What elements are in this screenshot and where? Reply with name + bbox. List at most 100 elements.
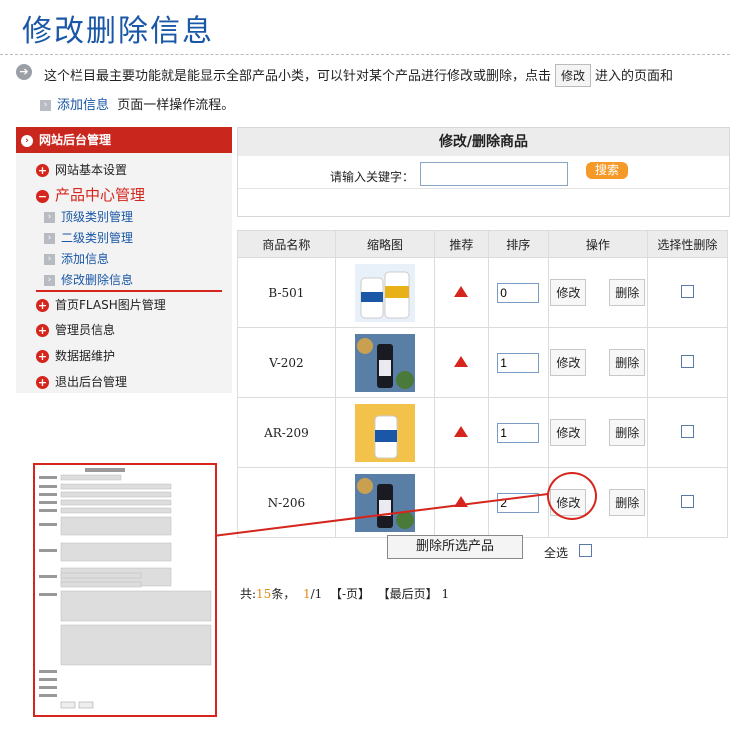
recommend-arrow-icon[interactable]: [454, 425, 469, 437]
col-order-header: 排序: [487, 230, 549, 258]
edit-button[interactable]: 修改: [550, 419, 587, 446]
pager: 共:15条， 1/1 【-页】 【最后页】 1: [240, 585, 449, 602]
intro-edit-example-button: 修改: [555, 64, 592, 87]
highlight-underline: [36, 290, 222, 292]
product-thumbnail: [355, 403, 416, 462]
edit-button[interactable]: 修改: [550, 279, 587, 306]
highlight-circle: [547, 472, 597, 520]
arrow-right-icon: ➔: [16, 64, 32, 80]
intro-text: 这个栏目最主要功能就是能显示全部产品小类，可以针对某个产品进行修改或删除，点击修…: [44, 64, 673, 87]
order-input[interactable]: [497, 492, 540, 513]
sidebar-item-data[interactable]: + 数据据维护: [36, 347, 115, 364]
pager-suffix: 条，: [271, 587, 296, 601]
sidebar-sub-second-category[interactable]: › 二级类别管理: [44, 229, 133, 246]
delete-button[interactable]: 删除: [609, 489, 646, 516]
edit-button[interactable]: 修改: [550, 349, 587, 376]
select-checkbox[interactable]: [680, 284, 694, 298]
sidebar-item-label: 数据据维护: [55, 349, 116, 363]
recommend-arrow-icon[interactable]: [454, 285, 469, 297]
sidebar: + 网站基本设置 − 产品中心管理 › 顶级类别管理 › 二级类别管理 › 添加信息 › 修…: [16, 153, 232, 393]
recommend-arrow-icon[interactable]: [454, 355, 469, 367]
sidebar-item-logout[interactable]: + 退出后台管理: [36, 373, 127, 390]
search-divider: [238, 188, 729, 189]
select-all: 全选: [544, 544, 593, 561]
search-input[interactable]: [420, 162, 568, 186]
search-label: 请输入关键字：: [330, 170, 415, 184]
intro-text-line2: › 添加信息 页面一样操作流程。: [40, 94, 234, 113]
sidebar-item-flash[interactable]: + 首页FLASH图片管理: [36, 296, 166, 313]
table-row: N-206 修改 删除: [237, 467, 729, 538]
sidebar-sub-edit-delete[interactable]: › 修改删除信息: [44, 271, 133, 288]
col-action-header: 操作: [547, 230, 648, 258]
search-title: 修改/删除商品: [238, 128, 729, 156]
square-arrow-icon: ›: [44, 275, 55, 286]
product-table: 商品名称 缩略图 推荐 排序 操作 选择性删除 B-501 修改 删除 V-20…: [237, 230, 729, 538]
square-arrow-icon: ›: [44, 254, 55, 265]
select-checkbox[interactable]: [680, 424, 694, 438]
pager-page-number[interactable]: 1: [442, 587, 450, 601]
product-name: B-501: [237, 257, 336, 328]
pager-current: 1: [302, 587, 311, 601]
plus-circle-icon: +: [36, 376, 49, 389]
delete-button[interactable]: 删除: [609, 279, 646, 306]
sidebar-item-label: 管理员信息: [55, 323, 116, 337]
sidebar-sub-label: 顶级类别管理: [61, 210, 134, 224]
plus-circle-icon: +: [36, 299, 49, 312]
table-row: V-202 修改 删除: [237, 327, 729, 398]
product-thumbnail: [355, 263, 416, 322]
table-header-row: 商品名称 缩略图 推荐 排序 操作 选择性删除: [237, 230, 729, 258]
sidebar-item-site-settings[interactable]: + 网站基本设置: [36, 161, 127, 178]
sidebar-item-label: 退出后台管理: [55, 375, 128, 389]
product-name: AR-209: [237, 397, 336, 468]
col-recommend-header: 推荐: [434, 230, 489, 258]
order-input[interactable]: [497, 352, 540, 373]
sidebar-sub-top-category[interactable]: › 顶级类别管理: [44, 208, 133, 225]
table-row: B-501 修改 删除: [237, 257, 729, 328]
product-thumbnail: [355, 473, 416, 532]
sidebar-sub-label: 二级类别管理: [61, 231, 134, 245]
sidebar-item-label: 首页FLASH图片管理: [55, 298, 166, 312]
bulk-delete-button[interactable]: 删除所选产品: [387, 535, 523, 559]
pager-pages: /1: [310, 587, 323, 601]
sidebar-sub-label: 修改删除信息: [61, 273, 134, 287]
search-button[interactable]: 搜索: [586, 162, 628, 179]
pager-prev-link[interactable]: 【-页】: [330, 587, 370, 601]
delete-button[interactable]: 删除: [609, 349, 646, 376]
intro2-text: 页面一样操作流程。: [117, 98, 235, 113]
edit-form-preview: [33, 463, 217, 717]
col-name-header: 商品名称: [237, 230, 336, 258]
page-title: 修改删除信息: [22, 14, 214, 49]
sidebar-item-product-center[interactable]: − 产品中心管理: [36, 184, 145, 205]
product-name: V-202: [237, 327, 336, 398]
col-select-header: 选择性删除: [646, 230, 729, 258]
sidebar-item-label: 网站基本设置: [55, 163, 128, 177]
form-preview-image: [35, 465, 215, 715]
pager-last-link[interactable]: 【最后页】: [378, 587, 438, 601]
sidebar-item-label: 产品中心管理: [55, 186, 146, 204]
order-input[interactable]: [497, 282, 540, 303]
pager-total: 15: [256, 587, 272, 601]
col-thumb-header: 缩略图: [334, 230, 436, 258]
sidebar-item-admin[interactable]: + 管理员信息: [36, 321, 115, 338]
sidebar-header: › 网站后台管理: [16, 127, 232, 153]
select-checkbox[interactable]: [680, 494, 694, 508]
arrow-circle-icon: ›: [21, 134, 33, 147]
minus-circle-icon: −: [36, 190, 49, 203]
sidebar-sub-label: 添加信息: [61, 252, 110, 266]
delete-button[interactable]: 删除: [609, 419, 646, 446]
search-panel: 修改/删除商品 请输入关键字： 搜索: [237, 127, 730, 217]
sidebar-sub-add-info[interactable]: › 添加信息: [44, 250, 109, 267]
table-row: AR-209 修改 删除: [237, 397, 729, 468]
product-thumbnail: [355, 333, 416, 392]
intro-text-before: 这个栏目最主要功能就是能显示全部产品小类，可以针对某个产品进行修改或删除，点击: [44, 69, 552, 84]
product-name: N-206: [237, 467, 336, 538]
select-checkbox[interactable]: [680, 354, 694, 368]
select-all-checkbox[interactable]: [579, 544, 593, 557]
recommend-arrow-icon[interactable]: [454, 495, 469, 507]
add-info-link[interactable]: 添加信息: [57, 98, 109, 113]
square-arrow-icon: ›: [44, 233, 55, 244]
plus-circle-icon: +: [36, 164, 49, 177]
square-arrow-icon: ›: [40, 100, 51, 111]
order-input[interactable]: [497, 422, 540, 443]
select-all-label: 全选: [544, 546, 569, 560]
